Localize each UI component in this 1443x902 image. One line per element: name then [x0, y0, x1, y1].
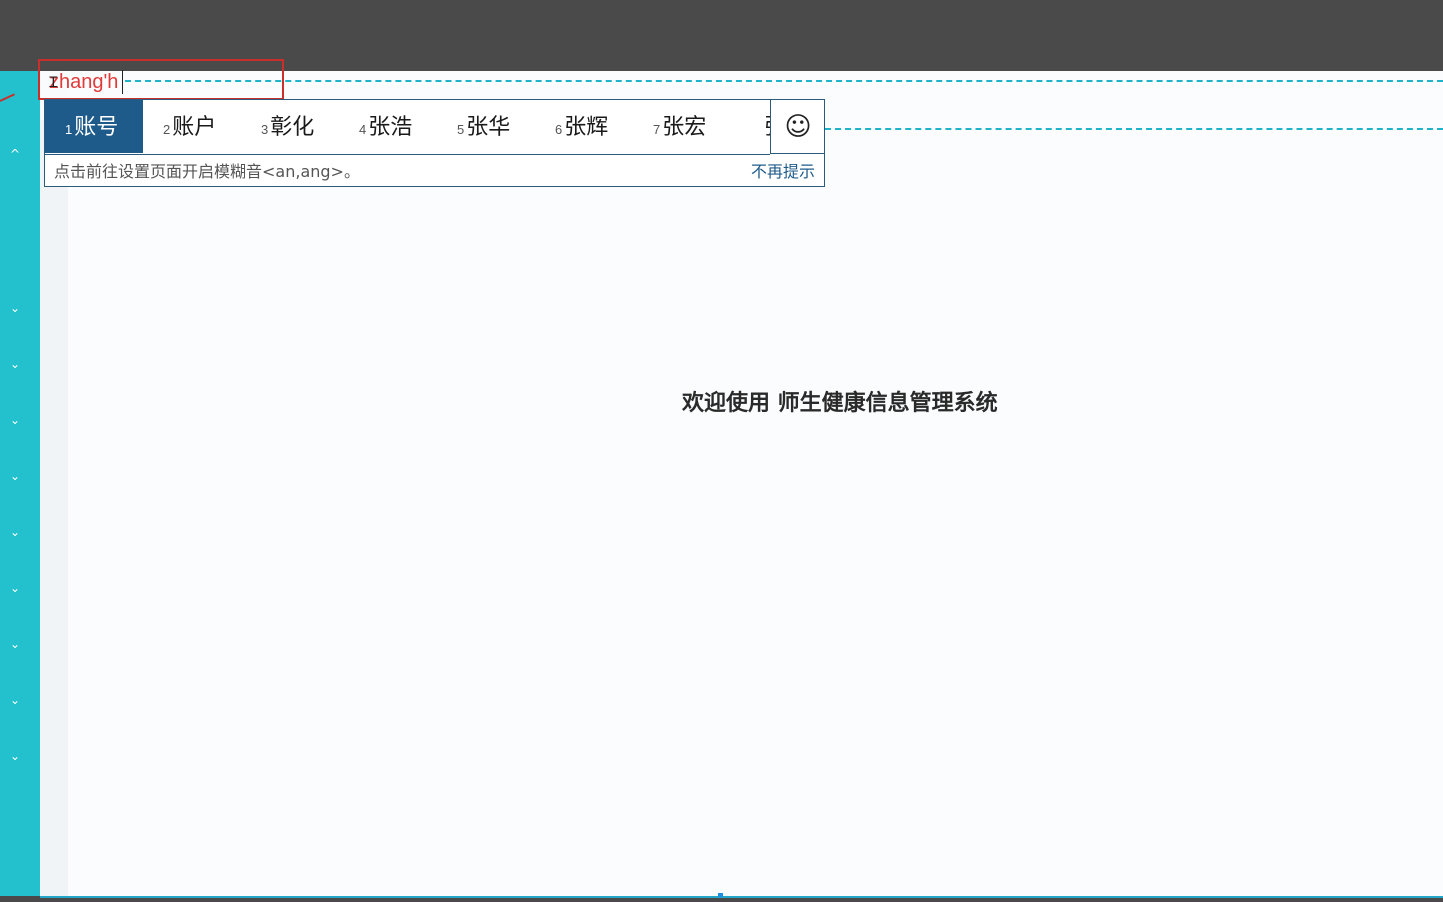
ime-candidate[interactable]: 2账户 — [163, 100, 216, 153]
secondary-sidebar — [40, 120, 68, 896]
ime-candidate-window: 1账号 2账户 3彰化 4张浩 5张华 6张辉 7张宏 张 ☺ 点击前往设置页面… — [44, 99, 825, 187]
ime-candidate[interactable]: 7张宏 — [653, 100, 706, 153]
ime-candidate-list: 1账号 2账户 3彰化 4张浩 5张华 6张辉 7张宏 张 — [45, 100, 770, 155]
ime-candidate[interactable]: 3彰化 — [261, 100, 314, 153]
chevron-down-icon[interactable]: ⌄ — [8, 749, 22, 763]
chevron-down-icon[interactable]: ⌄ — [8, 581, 22, 595]
emoji-icon[interactable]: ☺ — [770, 100, 825, 154]
chevron-down-icon[interactable]: ⌄ — [8, 525, 22, 539]
ime-candidate[interactable]: 1账号 — [45, 100, 143, 153]
bottom-marker — [718, 893, 723, 897]
bottom-accent-line — [40, 896, 1443, 898]
ime-candidate[interactable]: 5张华 — [457, 100, 510, 153]
chevron-down-icon[interactable]: ⌄ — [8, 413, 22, 427]
sidebar: ^ ⌄ ⌄ ⌄ ⌄ ⌄ ⌄ ⌄ ⌄ ⌄ — [0, 71, 40, 902]
text-caret — [122, 70, 123, 94]
ime-dismiss-hint-link[interactable]: 不再提示 — [751, 158, 815, 182]
chevron-down-icon[interactable]: ⌄ — [8, 357, 22, 371]
dashed-guide-line — [825, 128, 1443, 130]
chevron-down-icon[interactable]: ⌄ — [8, 693, 22, 707]
dashed-guide-line — [125, 80, 1443, 82]
chevron-up-icon[interactable]: ^ — [8, 147, 22, 161]
ime-candidate[interactable]: 张 — [762, 100, 770, 153]
text-cursor-icon: Ꮖ — [49, 75, 59, 91]
ime-candidate[interactable]: 4张浩 — [359, 100, 412, 153]
chevron-down-icon[interactable]: ⌄ — [8, 637, 22, 651]
ime-fuzzy-pinyin-hint[interactable]: 点击前往设置页面开启模糊音<an,ang>。 — [54, 158, 360, 182]
ime-candidate[interactable]: 6张辉 — [555, 100, 608, 153]
chevron-down-icon[interactable]: ⌄ — [8, 469, 22, 483]
main-content — [68, 71, 1443, 896]
ime-composition-text: zhang'h — [49, 71, 119, 93]
chevron-down-icon[interactable]: ⌄ — [8, 301, 22, 315]
welcome-heading: 欢迎使用 师生健康信息管理系统 — [682, 391, 998, 416]
